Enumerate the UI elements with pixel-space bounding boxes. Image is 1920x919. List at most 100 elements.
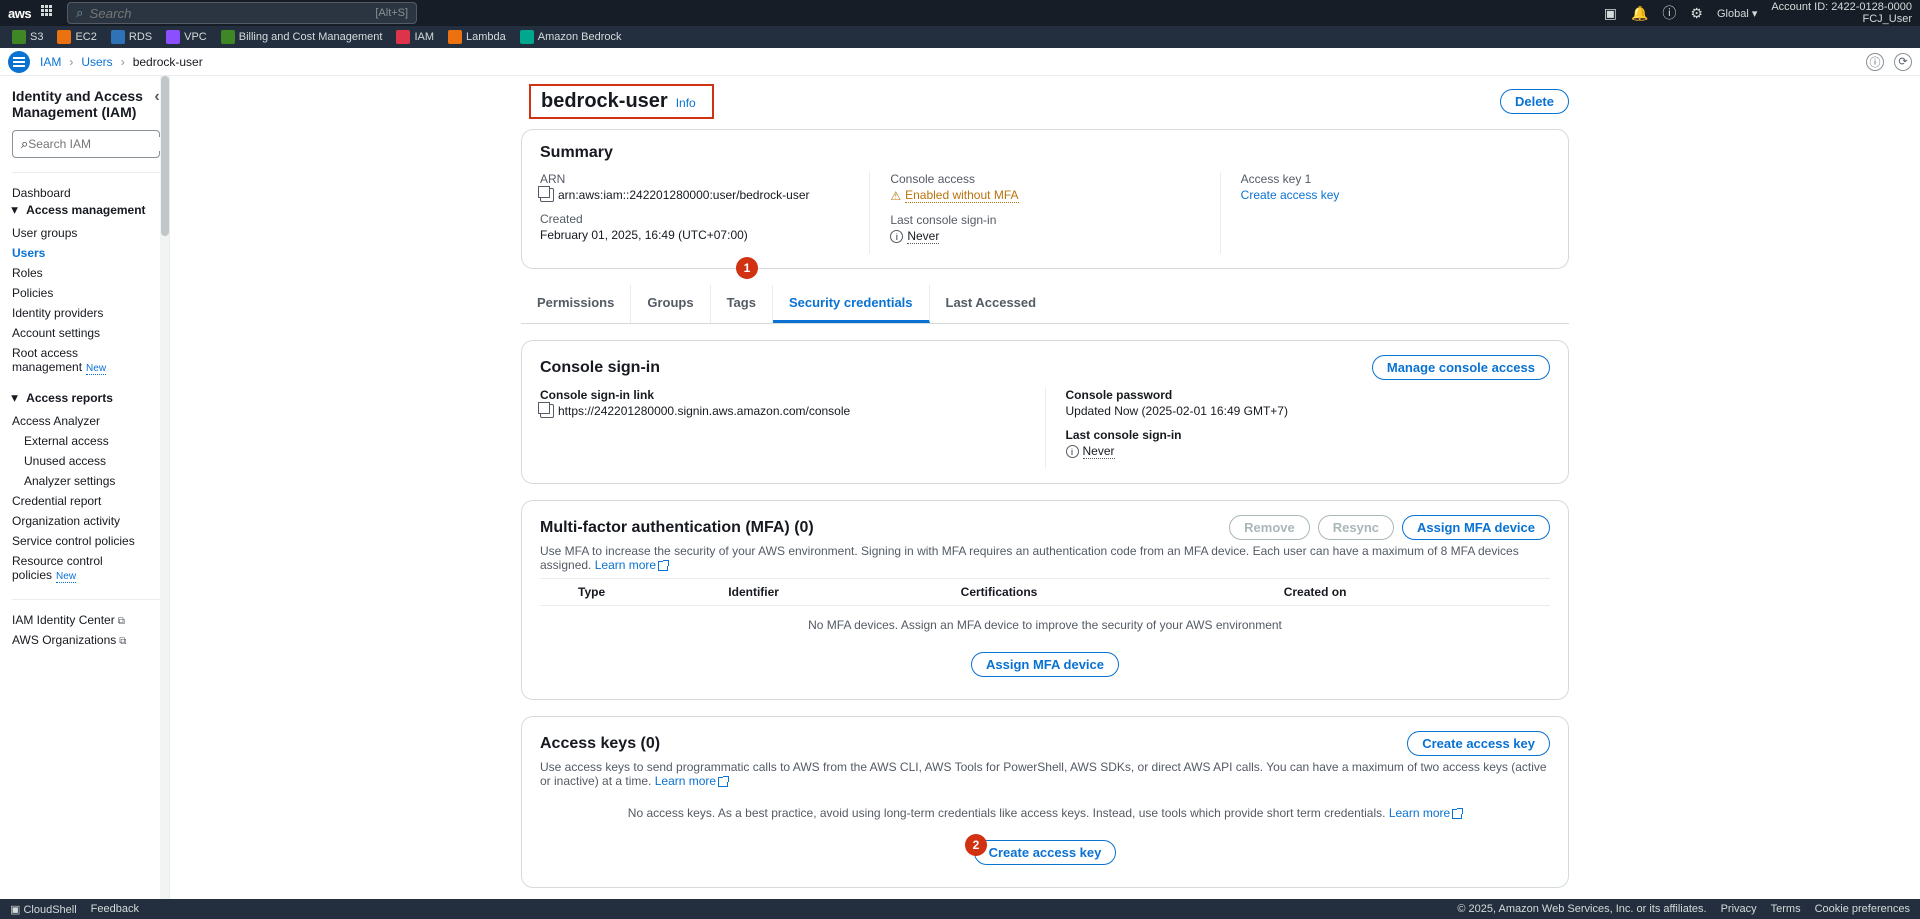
cookies-link[interactable]: Cookie preferences <box>1815 903 1910 915</box>
nav-users[interactable]: Users <box>12 243 160 263</box>
crumb-users[interactable]: Users <box>81 55 112 69</box>
cloudshell-link[interactable]: ▣ CloudShell <box>10 903 77 916</box>
create-access-key-link[interactable]: Create access key <box>1241 188 1340 202</box>
terms-link[interactable]: Terms <box>1771 903 1801 915</box>
svc-billing[interactable]: Billing and Cost Management <box>217 28 387 46</box>
info-circle-icon: i <box>890 230 903 243</box>
crumb-iam[interactable]: IAM <box>40 55 61 69</box>
sidebar-scrollbar[interactable] <box>160 76 169 899</box>
nav-access-analyzer[interactable]: Access Analyzer <box>12 411 160 431</box>
svc-vpc[interactable]: VPC <box>162 28 211 46</box>
svc-rds[interactable]: RDS <box>107 28 156 46</box>
manage-console-access-button[interactable]: Manage console access <box>1372 355 1550 380</box>
mfa-assign-button-2[interactable]: Assign MFA device <box>971 652 1119 677</box>
copyright: © 2025, Amazon Web Services, Inc. or its… <box>1457 903 1706 915</box>
learn-more-link[interactable]: Learn more <box>595 558 668 572</box>
privacy-link[interactable]: Privacy <box>1721 903 1757 915</box>
nav-credential-report[interactable]: Credential report <box>12 491 160 511</box>
region-selector[interactable]: Global ▾ <box>1717 7 1757 20</box>
info-link[interactable]: Info <box>676 96 696 110</box>
nav-user-groups[interactable]: User groups <box>12 223 160 243</box>
search-input[interactable] <box>89 6 375 21</box>
tab-last-accessed[interactable]: Last Accessed <box>930 285 1053 323</box>
nav-identity-providers[interactable]: Identity providers <box>12 303 160 323</box>
nav-roles[interactable]: Roles <box>12 263 160 283</box>
external-link-icon <box>1452 809 1462 819</box>
account-user: FCJ_User <box>1771 13 1912 25</box>
nav-root-access[interactable]: Root access managementNew <box>12 343 160 377</box>
nav-iam-identity-center[interactable]: IAM Identity Center⧉ <box>12 610 160 630</box>
created-label: Created <box>540 212 849 226</box>
copy-icon[interactable] <box>540 404 554 418</box>
console-signin-panel: Console sign-in Manage console access Co… <box>521 340 1569 484</box>
svc-bedrock[interactable]: Amazon Bedrock <box>516 28 626 46</box>
account-menu[interactable]: Account ID: 2422-0128-0000 FCJ_User <box>1771 1 1912 25</box>
signin-link-value: https://242201280000.signin.aws.amazon.c… <box>558 404 850 418</box>
console-access-label: Console access <box>890 172 1199 186</box>
sidebar-toggle-icon[interactable] <box>8 51 30 73</box>
nav-unused-access[interactable]: Unused access <box>12 451 160 471</box>
learn-more-link[interactable]: Learn more <box>655 774 728 788</box>
console-signin-heading: Console sign-in <box>540 359 660 377</box>
mfa-assign-button[interactable]: Assign MFA device <box>1402 515 1550 540</box>
iam-search[interactable]: ⌕ <box>12 130 160 158</box>
create-access-key-button[interactable]: Create access key <box>1407 731 1550 756</box>
feedback-link[interactable]: Feedback <box>91 903 139 915</box>
nav-dashboard[interactable]: Dashboard <box>12 183 160 203</box>
svc-s3[interactable]: S3 <box>8 28 47 46</box>
account-id: Account ID: 2422-0128-0000 <box>1771 1 1912 13</box>
breadcrumb-bar: IAM › Users › bedrock-user ⓘ ⟳ <box>0 48 1920 76</box>
nav-external-access[interactable]: External access <box>12 431 160 451</box>
console-password-value: Updated Now (2025-02-01 16:49 GMT+7) <box>1066 404 1551 418</box>
mfa-col-checkbox <box>540 579 570 606</box>
info-circle-icon: i <box>1066 445 1079 458</box>
aws-logo[interactable]: aws <box>8 6 31 21</box>
tab-security-credentials[interactable]: Security credentials <box>773 285 930 323</box>
nav-policies[interactable]: Policies <box>12 283 160 303</box>
learn-more-link[interactable]: Learn more <box>1389 806 1462 820</box>
search-icon: ⌕ <box>21 136 28 152</box>
refresh-icon[interactable]: ⟳ <box>1894 53 1912 71</box>
nav-group-access-reports[interactable]: Access reports <box>12 391 160 405</box>
nav-org-activity[interactable]: Organization activity <box>12 511 160 531</box>
mfa-col-created: Created on <box>1276 579 1550 606</box>
create-access-key-button-2[interactable]: Create access key <box>974 840 1117 865</box>
tab-groups[interactable]: Groups <box>631 285 710 323</box>
settings-icon[interactable]: ⚙ <box>1690 5 1703 22</box>
mfa-remove-button: Remove <box>1229 515 1310 540</box>
tab-permissions[interactable]: Permissions <box>521 285 631 323</box>
nav-rcp[interactable]: Resource control policiesNew <box>12 551 160 585</box>
nav-analyzer-settings[interactable]: Analyzer settings <box>12 471 160 491</box>
notifications-icon[interactable]: 🔔 <box>1631 5 1648 22</box>
help-icon[interactable]: ⓘ <box>1662 3 1676 23</box>
iam-search-input[interactable] <box>28 137 159 151</box>
access-key-label: Access key 1 <box>1241 172 1550 186</box>
crumb-current: bedrock-user <box>133 55 203 69</box>
last-signin-label2: Last console sign-in <box>1066 428 1551 442</box>
copy-icon[interactable] <box>540 188 554 202</box>
cloudshell-top-icon[interactable]: ▣ <box>1604 5 1617 22</box>
help-panel-icon[interactable]: ⓘ <box>1866 53 1884 71</box>
global-search[interactable]: ⌕ [Alt+S] <box>67 2 417 24</box>
svc-ec2[interactable]: EC2 <box>53 28 100 46</box>
mfa-desc: Use MFA to increase the security of your… <box>540 544 1519 572</box>
summary-heading: Summary <box>540 144 1550 162</box>
access-keys-panel: Access keys (0) Create access key Use ac… <box>521 716 1569 888</box>
tab-tags[interactable]: Tags <box>711 285 773 323</box>
arn-label: ARN <box>540 172 849 186</box>
service-bar: S3 EC2 RDS VPC Billing and Cost Manageme… <box>0 26 1920 48</box>
mfa-empty-text: No MFA devices. Assign an MFA device to … <box>540 606 1550 644</box>
services-grid-icon[interactable] <box>41 5 57 21</box>
nav-account-settings[interactable]: Account settings <box>12 323 160 343</box>
svc-lambda[interactable]: Lambda <box>444 28 510 46</box>
console-access-value[interactable]: Enabled without MFA <box>905 188 1018 203</box>
nav-aws-orgs[interactable]: AWS Organizations⧉ <box>12 630 160 650</box>
external-link-icon <box>658 561 668 571</box>
delete-button[interactable]: Delete <box>1500 89 1569 114</box>
nav-scp[interactable]: Service control policies <box>12 531 160 551</box>
svc-iam[interactable]: IAM <box>392 28 438 46</box>
mfa-heading: Multi-factor authentication (MFA) (0) <box>540 519 814 537</box>
page-title-highlight: bedrock-user Info <box>529 84 714 119</box>
nav-group-access-mgmt[interactable]: Access management <box>12 203 160 217</box>
access-keys-empty: No access keys. As a best practice, avoi… <box>628 806 1386 820</box>
